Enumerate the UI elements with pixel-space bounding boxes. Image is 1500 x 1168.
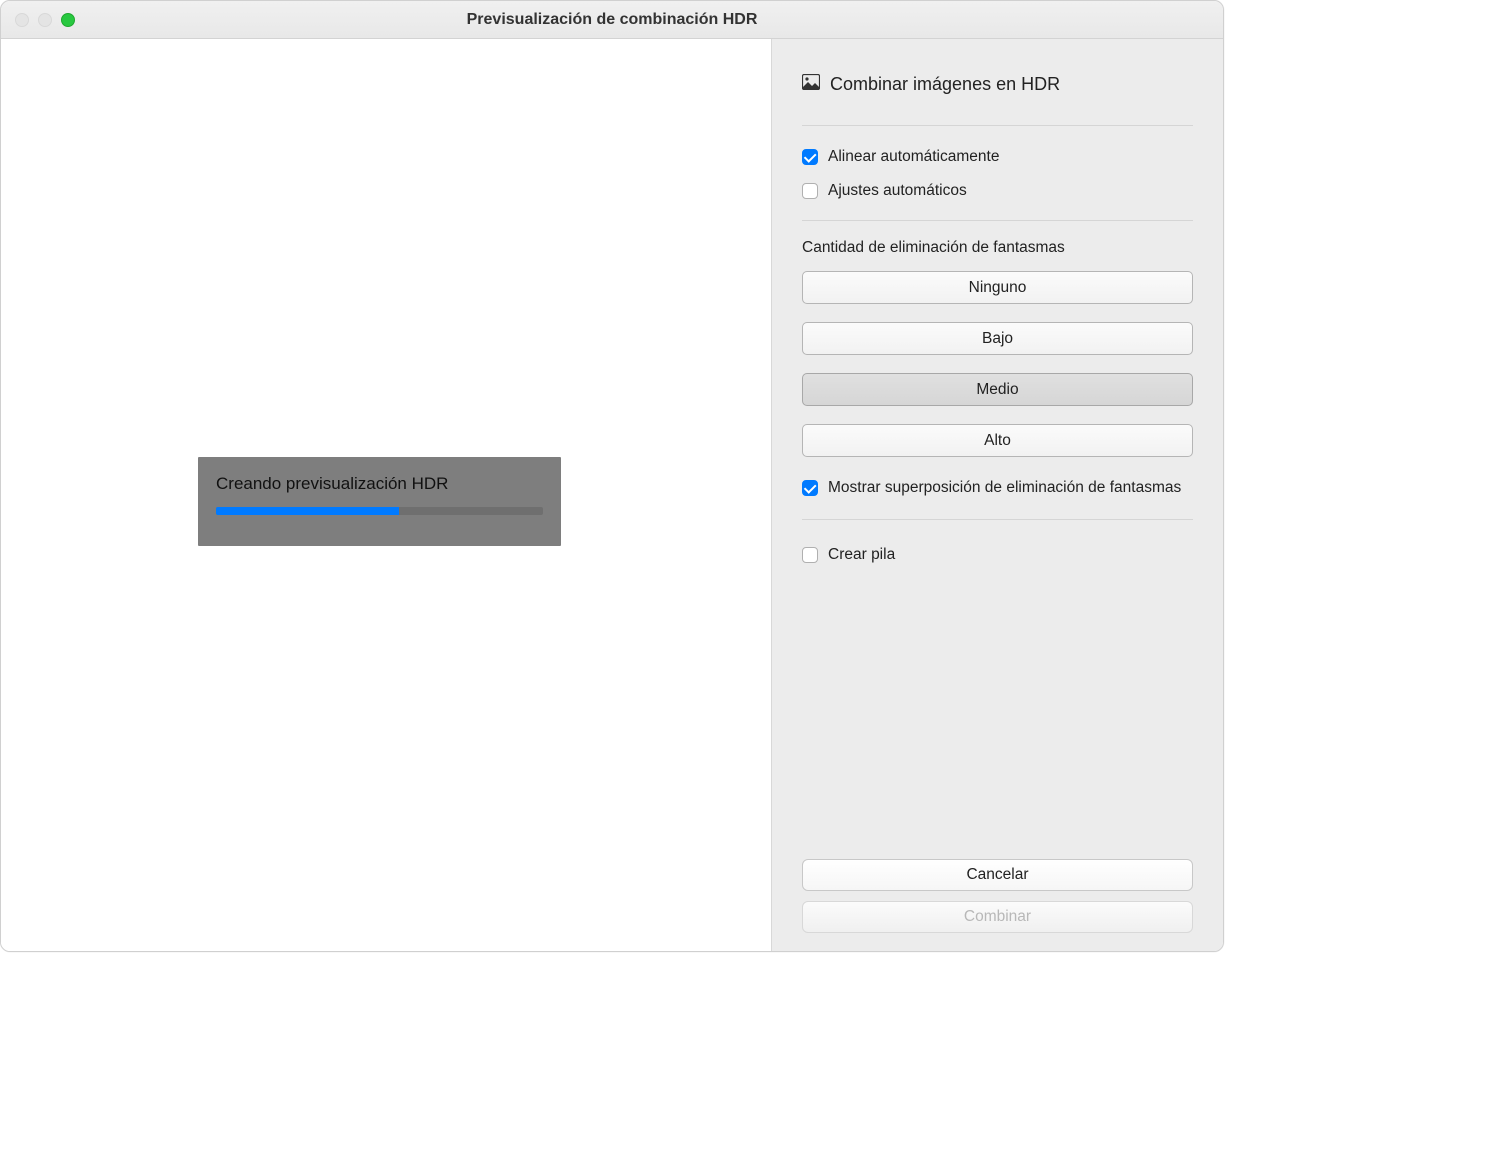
deghost-overlay-label: Mostrar superposición de eliminación de … xyxy=(828,479,1181,497)
auto-align-checkbox[interactable] xyxy=(802,149,818,165)
deghost-overlay-checkbox[interactable] xyxy=(802,480,818,496)
deghost-section: Cantidad de eliminación de fantasmas Nin… xyxy=(802,221,1193,519)
settings-sidebar: Combinar imágenes en HDR Alinear automát… xyxy=(771,39,1223,951)
cancel-button[interactable]: Cancelar xyxy=(802,859,1193,891)
traffic-lights xyxy=(15,13,75,27)
auto-adjust-row[interactable]: Ajustes automáticos xyxy=(802,174,1193,208)
hdr-merge-window: Previsualización de combinación HDR Crea… xyxy=(0,0,1224,952)
auto-align-row[interactable]: Alinear automáticamente xyxy=(802,140,1193,174)
merge-button: Combinar xyxy=(802,901,1193,933)
progress-fill xyxy=(216,507,399,515)
deghost-overlay-row[interactable]: Mostrar superposición de eliminación de … xyxy=(802,471,1193,505)
minimize-window-button[interactable] xyxy=(38,13,52,27)
deghost-high-button[interactable]: Alto xyxy=(802,424,1193,457)
deghost-low-button[interactable]: Bajo xyxy=(802,322,1193,355)
image-icon xyxy=(802,74,820,95)
progress-label: Creando previsualización HDR xyxy=(216,474,543,494)
window-title: Previsualización de combinación HDR xyxy=(1,11,1223,29)
progress-overlay: Creando previsualización HDR xyxy=(198,457,561,546)
maximize-window-button[interactable] xyxy=(61,13,75,27)
preview-area: Creando previsualización HDR xyxy=(1,39,771,951)
create-stack-label: Crear pila xyxy=(828,546,895,564)
auto-align-label: Alinear automáticamente xyxy=(828,148,999,166)
deghost-medium-button[interactable]: Medio xyxy=(802,373,1193,406)
create-stack-row[interactable]: Crear pila xyxy=(802,538,1193,572)
deghost-none-button[interactable]: Ninguno xyxy=(802,271,1193,304)
section-header: Combinar imágenes en HDR xyxy=(802,39,1193,125)
content-area: Creando previsualización HDR Comb xyxy=(1,39,1223,951)
deghost-label: Cantidad de eliminación de fantasmas xyxy=(802,239,1193,257)
close-window-button[interactable] xyxy=(15,13,29,27)
section-title: Combinar imágenes en HDR xyxy=(830,74,1060,95)
auto-adjust-label: Ajustes automáticos xyxy=(828,182,967,200)
footer-buttons: Cancelar Combinar xyxy=(772,847,1223,951)
progress-bar xyxy=(216,507,543,515)
titlebar: Previsualización de combinación HDR xyxy=(1,1,1223,39)
auto-adjust-checkbox[interactable] xyxy=(802,183,818,199)
create-stack-checkbox[interactable] xyxy=(802,547,818,563)
